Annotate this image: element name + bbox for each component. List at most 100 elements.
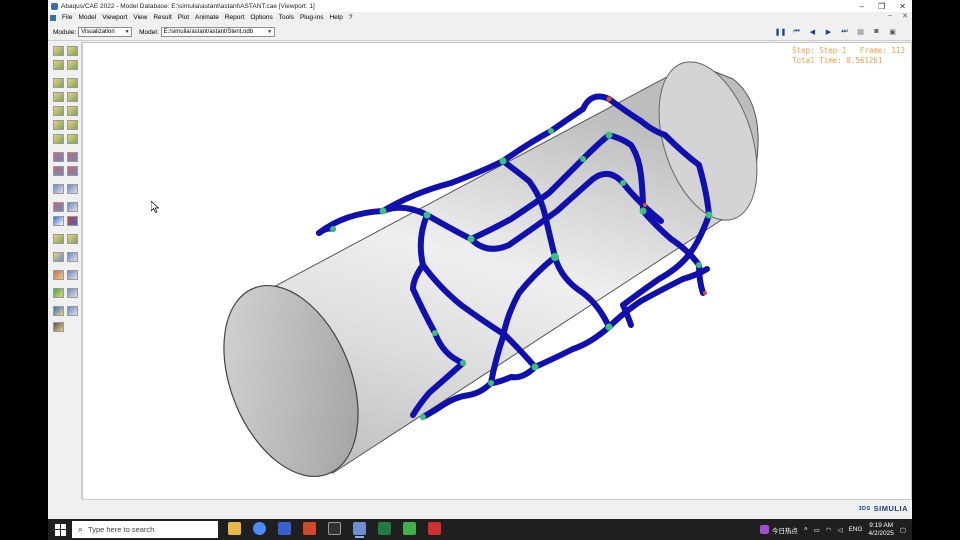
viewport-controls: – ✕ [888, 12, 908, 20]
toolbox-tool-icon[interactable] [67, 60, 78, 70]
file-explorer-icon[interactable] [228, 522, 241, 535]
toolbox-tool-icon[interactable] [53, 46, 64, 56]
toolbox [48, 41, 82, 499]
menu-icon[interactable] [50, 14, 56, 21]
toolbox-tool-icon[interactable] [67, 152, 78, 162]
camera-icon[interactable]: ◙ [871, 27, 882, 36]
toolbox-tool-icon[interactable] [67, 216, 78, 226]
toolbox-tool-icon[interactable] [67, 120, 78, 130]
taskbar-clock[interactable]: 9:19 AM 4/2/2025 [869, 522, 894, 538]
windows-taskbar: ⌕ Type here to search 今日热点 ˄ ▭ ◠ ◁ ENG 9… [48, 519, 912, 540]
toolbox-tool-icon[interactable] [53, 184, 64, 194]
notification-icon[interactable]: ▢ [900, 526, 906, 534]
red-app-icon[interactable] [428, 522, 441, 535]
toolbox-tool-icon[interactable] [67, 106, 78, 116]
first-frame-icon[interactable]: ⏮ [791, 27, 802, 36]
pause-icon[interactable]: ❚❚ [775, 27, 787, 36]
menu-report[interactable]: Report [225, 14, 245, 21]
toolbox-tool-icon[interactable] [67, 234, 78, 244]
toolbox-tool-icon[interactable] [53, 216, 64, 226]
menu-result[interactable]: Result [153, 14, 171, 21]
minimize-button[interactable]: – [860, 2, 864, 11]
viewport[interactable]: Step: Step-1 Frame: 113 Total Time: 0.56… [82, 42, 912, 500]
toolbox-tool-icon[interactable] [53, 306, 64, 316]
chevron-down-icon: ▼ [124, 29, 130, 35]
taskbar-apps [228, 522, 441, 538]
toolbox-tool-icon[interactable] [67, 134, 78, 144]
toolbox-tool-icon[interactable] [53, 152, 64, 162]
toolbox-tool-icon[interactable] [67, 78, 78, 88]
powerpoint-icon[interactable] [303, 522, 316, 535]
menu-viewport[interactable]: Viewport [102, 14, 127, 21]
green-app-icon[interactable] [403, 522, 416, 535]
battery-icon[interactable]: ▭ [814, 526, 820, 534]
toolbox-tool-icon[interactable] [67, 202, 78, 212]
toolbox-tool-icon[interactable] [53, 166, 64, 176]
close-button[interactable]: ✕ [899, 2, 906, 11]
news-icon [759, 525, 769, 534]
toolbox-tool-icon[interactable] [53, 106, 64, 116]
windows-start-icon[interactable] [55, 523, 67, 536]
news-label: 今日热点 [771, 527, 798, 535]
toolbox-tool-icon[interactable] [53, 234, 64, 244]
toolbox-tool-icon[interactable] [67, 46, 78, 56]
menu-options[interactable]: Options [250, 14, 272, 21]
menu-view[interactable]: View [133, 14, 147, 21]
toolbox-tool-icon[interactable] [67, 306, 78, 316]
taskbar-search-box[interactable]: ⌕ Type here to search [72, 521, 218, 538]
menu-plot[interactable]: Plot [178, 14, 189, 21]
chevron-up-icon[interactable]: ˄ [804, 526, 808, 533]
toolbox-tool-icon[interactable] [53, 270, 64, 280]
toolbox-tool-icon[interactable] [53, 134, 64, 144]
chrome-icon[interactable] [253, 522, 266, 535]
movie-icon[interactable]: ▣ [887, 27, 898, 36]
viewport-close-button[interactable]: ✕ [902, 12, 908, 20]
toolbox-tool-icon[interactable] [53, 120, 64, 130]
toolbox-tool-icon[interactable] [67, 288, 78, 298]
volume-icon[interactable]: ◁ [837, 526, 842, 534]
toolbox-tool-icon[interactable] [53, 288, 64, 298]
viewport-minimize-button[interactable]: – [888, 12, 892, 20]
system-tray: 今日热点 ˄ ▭ ◠ ◁ ENG 9:19 AM 4/2/2025 ▢ [759, 520, 906, 539]
previous-frame-icon[interactable]: ◀ [807, 27, 818, 36]
toolbox-tool-icon[interactable] [53, 78, 64, 88]
frame-selector-icon[interactable]: ▤ [855, 27, 866, 36]
toolbox-tool-icon[interactable] [67, 270, 78, 280]
animation-controls: ❚❚ ⏮ ◀ ▶ ⏭ ▤ ◙ ▣ [775, 27, 898, 36]
toolbox-tool-icon[interactable] [67, 166, 78, 176]
menu-help[interactable]: Help [329, 14, 342, 21]
menu-tools[interactable]: Tools [279, 14, 294, 21]
menu-animate[interactable]: Animate [195, 14, 219, 21]
toolbox-tool-icon[interactable] [67, 92, 78, 102]
app-icon[interactable] [278, 522, 291, 535]
module-select[interactable]: Visualization ▼ [78, 27, 133, 37]
terminal-icon[interactable] [328, 522, 341, 535]
toolbox-tool-icon[interactable] [53, 322, 64, 332]
chevron-down-icon: ▼ [267, 29, 273, 35]
title-bar: Abaqus/CAE 2022 - Model Database: E:\sim… [48, 0, 912, 12]
excel-icon[interactable] [378, 522, 391, 535]
next-frame-icon[interactable]: ▶ [823, 27, 834, 36]
menu-plugins[interactable]: Plug-ins [300, 14, 323, 21]
simulia-logo: 3DS SIMULIA [858, 504, 908, 513]
menu-file[interactable]: File [62, 14, 72, 21]
toolbox-tool-icon[interactable] [53, 60, 64, 70]
toolbox-tool-icon[interactable] [67, 184, 78, 194]
toolbox-tool-icon[interactable] [53, 202, 64, 212]
toolbox-tool-icon[interactable] [67, 252, 78, 262]
window-controls: – ❐ ✕ [860, 0, 906, 12]
model-render [223, 61, 759, 478]
clock-time: 9:19 AM [869, 521, 894, 529]
network-icon[interactable]: ◠ [826, 526, 832, 534]
toolbox-tool-icon[interactable] [53, 252, 64, 262]
news-widget[interactable]: 今日热点 [759, 525, 798, 535]
toolbox-tool-icon[interactable] [53, 92, 64, 102]
language-indicator[interactable]: ENG [848, 526, 862, 533]
abaqus-icon[interactable] [353, 522, 366, 538]
model-select[interactable]: E:/simulia/astant/astant/Stent.odb ▼ [160, 27, 275, 37]
context-help-icon[interactable]: ? [349, 14, 353, 21]
maximize-button[interactable]: ❐ [878, 2, 885, 11]
last-frame-icon[interactable]: ⏭ [839, 27, 850, 36]
menu-model[interactable]: Model [78, 14, 96, 21]
module-label: Module: [53, 28, 77, 36]
